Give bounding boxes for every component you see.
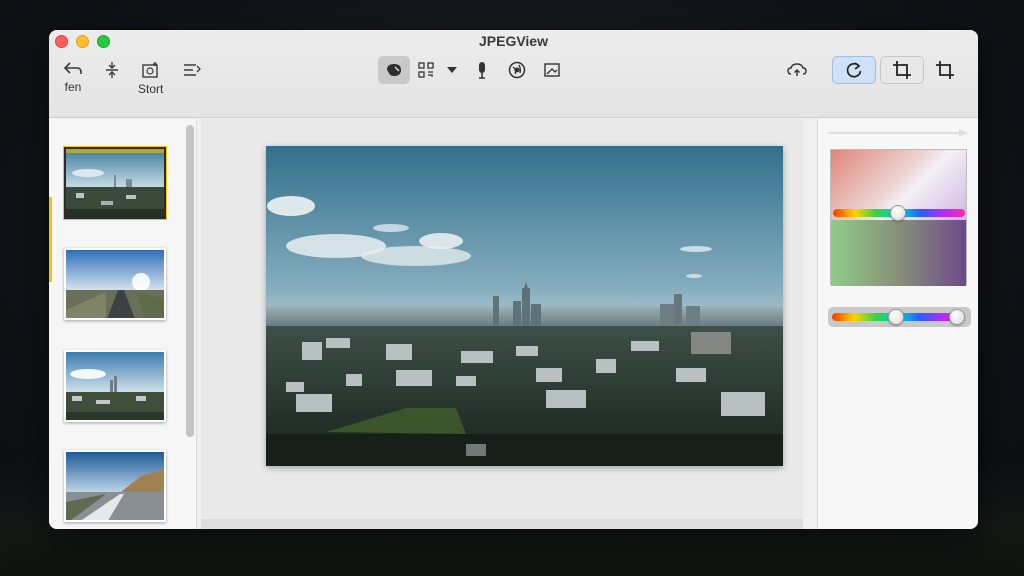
thumbnail-road-sky[interactable] — [64, 248, 166, 320]
thumbnail-city-skyline[interactable] — [64, 147, 166, 219]
color-picker[interactable] — [830, 149, 967, 286]
app-window: JPEGView fen Stort — [49, 30, 978, 529]
adjust-button[interactable] — [102, 60, 122, 80]
thumbnail-city-clouds[interactable] — [64, 350, 166, 422]
undo-arrow-icon — [63, 62, 82, 74]
thumbnail-sidebar — [49, 119, 197, 529]
mask-tool-button[interactable] — [378, 56, 410, 84]
selection-indicator — [49, 197, 52, 282]
frame-image-icon — [544, 63, 560, 77]
back-label: fen — [64, 80, 82, 94]
qr-icon — [418, 62, 434, 78]
adjust-arrows-icon — [106, 62, 118, 78]
secondary-slider-end-knob[interactable] — [949, 309, 965, 325]
crop-icon — [936, 61, 954, 79]
list-icon — [184, 64, 201, 76]
arrow-right-icon — [828, 129, 968, 137]
image-canvas[interactable] — [201, 119, 803, 529]
list-button[interactable] — [181, 60, 203, 80]
rotate-icon — [846, 62, 862, 78]
globe-button[interactable] — [502, 56, 532, 84]
adjustment-panel — [817, 119, 978, 529]
globe-icon — [508, 61, 526, 79]
back-button[interactable]: fen — [62, 60, 84, 94]
frame-button[interactable] — [537, 56, 567, 84]
tool-dropdown[interactable] — [442, 56, 462, 84]
sort-image-icon — [141, 62, 158, 78]
crop-tool-button[interactable] — [880, 56, 924, 84]
title-bar: JPEGView fen Stort — [49, 30, 978, 118]
qr-tool-button[interactable] — [412, 56, 440, 84]
sort-label: Stort — [138, 82, 164, 96]
thumbnail-highway-hills[interactable] — [64, 450, 166, 522]
crop-aspect-button[interactable] — [930, 56, 960, 84]
microphone-icon — [479, 62, 485, 79]
mask-icon — [387, 64, 401, 76]
window-title: JPEGView — [478, 33, 548, 49]
color-picker-lower — [831, 220, 966, 286]
canvas-footer — [201, 519, 803, 529]
secondary-slider-knob[interactable] — [888, 309, 904, 325]
crop-icon — [893, 61, 911, 79]
sort-button[interactable]: Stort — [138, 60, 163, 96]
dropdown-icon — [447, 67, 457, 73]
main-image[interactable] — [266, 146, 783, 466]
microphone-button[interactable] — [468, 56, 496, 84]
cloud-upload-icon — [787, 63, 807, 76]
upload-button[interactable] — [782, 56, 812, 84]
sidebar-scrollbar[interactable] — [186, 125, 194, 437]
rotate-tool-button[interactable] — [832, 56, 876, 84]
hue-slider-knob[interactable] — [890, 205, 906, 221]
